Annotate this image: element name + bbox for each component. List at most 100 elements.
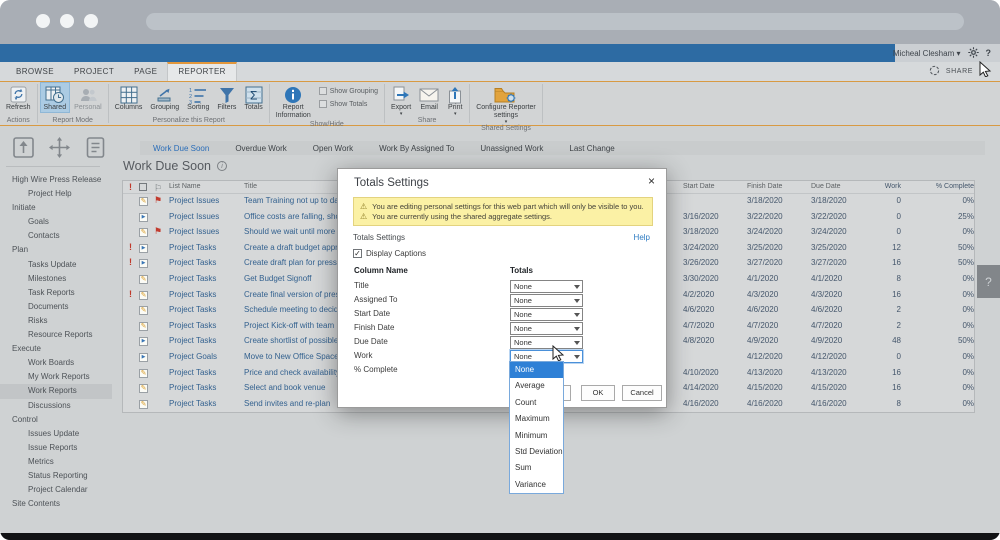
work-cell: 16 <box>853 290 901 299</box>
column-header-due-date[interactable]: Due Date <box>811 183 841 190</box>
display-captions-checkbox[interactable]: ✓ <box>353 249 362 258</box>
help-flyout-tab[interactable]: ? <box>977 265 1000 298</box>
column-header-start-date[interactable]: Start Date <box>683 183 715 190</box>
sidebar-item-metrics[interactable]: Metrics <box>0 455 112 469</box>
sidebar-item-milestones[interactable]: Milestones <box>0 272 112 286</box>
due-date-totals-select[interactable]: None <box>510 336 583 349</box>
work-cell: 48 <box>853 336 901 345</box>
user-menu[interactable]: Micheal Clesham ▾ <box>893 49 961 58</box>
ok-button[interactable]: OK <box>581 385 615 401</box>
info-icon[interactable]: i <box>217 161 227 171</box>
dropdown-option-sum[interactable]: Sum <box>510 460 563 476</box>
sidebar-item-issues-update[interactable]: Issues Update <box>0 427 112 441</box>
export-button[interactable]: Export▾ <box>387 82 415 117</box>
configure-reporter-settings-button[interactable]: Configure Reportersettings▾ <box>472 82 540 125</box>
sidebar-item-plan[interactable]: Plan <box>0 243 112 257</box>
note-icon[interactable] <box>84 136 107 164</box>
title-totals-select[interactable]: None <box>510 280 583 293</box>
priority-column-icon[interactable]: ! <box>129 182 137 192</box>
grouping-button[interactable]: Grouping <box>146 82 183 113</box>
column-header-finish-date[interactable]: Finish Date <box>747 183 782 190</box>
sidebar-item-high-wire-press-release[interactable]: High Wire Press Release <box>0 173 112 187</box>
report-information-button[interactable]: ReportInformation <box>272 82 315 121</box>
personal-button[interactable]: Personal <box>70 82 106 113</box>
show-totals-checkbox[interactable]: Show Totals <box>319 100 378 108</box>
sidebar-item-project-calendar[interactable]: Project Calendar <box>0 483 112 497</box>
flag-column-icon[interactable]: ⚐ <box>154 183 162 194</box>
sidebar-item-execute[interactable]: Execute <box>0 342 112 356</box>
help-link[interactable]: Help <box>634 233 650 242</box>
personal-report-icon <box>78 85 98 104</box>
help-icon[interactable]: ? <box>986 48 992 58</box>
sidebar-item-project-help[interactable]: Project Help <box>0 187 112 201</box>
sidebar-item-site-contents[interactable]: Site Contents <box>0 497 112 511</box>
column-header-percent-complete[interactable]: % Complete <box>913 183 974 190</box>
show-grouping-checkbox[interactable]: Show Grouping <box>319 87 378 95</box>
ribbon-tab-project[interactable]: PROJECT <box>64 62 124 81</box>
sidebar-item-risks[interactable]: Risks <box>0 314 112 328</box>
sidebar-item-work-boards[interactable]: Work Boards <box>0 356 112 370</box>
dropdown-option-std-deviation[interactable]: Std Deviation <box>510 444 563 460</box>
columns-button[interactable]: Columns <box>111 82 147 113</box>
address-bar[interactable] <box>146 13 964 30</box>
checkbox-icon <box>319 87 327 95</box>
shared-button[interactable]: Shared <box>40 82 71 113</box>
sidebar-item-tasks-update[interactable]: Tasks Update <box>0 258 112 272</box>
due-date-cell: 4/15/2020 <box>811 383 847 392</box>
refresh-button[interactable]: Refresh <box>2 82 35 113</box>
work-cell: 16 <box>853 383 901 392</box>
percent-complete-cell: 0% <box>913 290 974 299</box>
report-tab-open-work[interactable]: Open Work <box>300 144 366 153</box>
column-header-work[interactable]: Work <box>853 183 901 190</box>
dropdown-option-variance[interactable]: Variance <box>510 477 563 493</box>
sidebar-item-discussions[interactable]: Discussions <box>0 399 112 413</box>
dropdown-option-count[interactable]: Count <box>510 395 563 411</box>
window-control-dot[interactable] <box>60 14 74 28</box>
report-tab-work-due-soon[interactable]: Work Due Soon <box>140 144 222 153</box>
gear-icon[interactable] <box>968 47 979 60</box>
sidebar-item-documents[interactable]: Documents <box>0 300 112 314</box>
sidebar-item-issue-reports[interactable]: Issue Reports <box>0 441 112 455</box>
sidebar-item-my-work-reports[interactable]: My Work Reports <box>0 370 112 384</box>
sorting-button[interactable]: 123Sorting <box>183 82 213 113</box>
report-tab-unassigned-work[interactable]: Unassigned Work <box>467 144 556 153</box>
ribbon-tab-page[interactable]: PAGE <box>124 62 167 81</box>
close-icon[interactable]: × <box>648 175 655 187</box>
dropdown-option-minimum[interactable]: Minimum <box>510 428 563 444</box>
dropdown-option-average[interactable]: Average <box>510 378 563 394</box>
sidebar-item-task-reports[interactable]: Task Reports <box>0 286 112 300</box>
checkbox-column-icon[interactable] <box>139 183 147 191</box>
column-header-title[interactable]: Title <box>244 183 257 190</box>
report-tab-last-change[interactable]: Last Change <box>556 144 627 153</box>
dropdown-option-maximum[interactable]: Maximum <box>510 411 563 427</box>
sidebar-item-work-reports[interactable]: Work Reports <box>0 384 112 398</box>
ribbon-tab-reporter[interactable]: REPORTER <box>167 62 237 81</box>
finish-date-totals-select[interactable]: None <box>510 322 583 335</box>
report-tab-work-by-assigned-to[interactable]: Work By Assigned To <box>366 144 467 153</box>
share-button[interactable]: SHARE <box>946 68 973 75</box>
promote-icon[interactable] <box>12 136 35 164</box>
sidebar-item-status-reporting[interactable]: Status Reporting <box>0 469 112 483</box>
sidebar-item-goals[interactable]: Goals <box>0 215 112 229</box>
start-date-totals-select[interactable]: None <box>510 308 583 321</box>
sidebar-item-control[interactable]: Control <box>0 413 112 427</box>
report-tab-overdue-work[interactable]: Overdue Work <box>222 144 299 153</box>
sidebar-item-contacts[interactable]: Contacts <box>0 229 112 243</box>
column-header-list-name[interactable]: List Name <box>169 183 201 190</box>
flag-icon: ⚑ <box>154 226 162 237</box>
email-button[interactable]: Email <box>415 82 443 113</box>
assigned-to-totals-select[interactable]: None <box>510 294 583 307</box>
print-button[interactable]: Print▾ <box>443 82 467 117</box>
totals-button[interactable]: ΣTotals <box>240 82 266 113</box>
cancel-button[interactable]: Cancel <box>622 385 662 401</box>
play-item-icon: ▶ <box>139 259 148 268</box>
move-icon[interactable] <box>48 136 71 164</box>
window-control-dot[interactable] <box>84 14 98 28</box>
sidebar-item-initiate[interactable]: Initiate <box>0 201 112 215</box>
ribbon-tab-browse[interactable]: BROWSE <box>6 62 64 81</box>
filters-button[interactable]: Filters <box>213 82 240 113</box>
percent-complete-cell: 0% <box>913 321 974 330</box>
sidebar-item-resource-reports[interactable]: Resource Reports <box>0 328 112 342</box>
window-control-dot[interactable] <box>36 14 50 28</box>
focus-mode-icon[interactable] <box>979 61 992 82</box>
